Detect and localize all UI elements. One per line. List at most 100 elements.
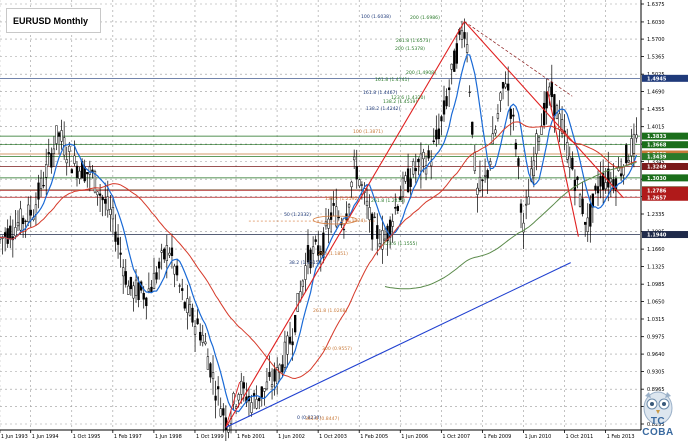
candle-body xyxy=(209,363,212,378)
candle xyxy=(157,257,161,280)
candle-body xyxy=(296,293,299,312)
candle-body xyxy=(373,216,376,218)
candle-body xyxy=(476,187,479,195)
candle-body xyxy=(524,203,528,206)
x-tick-label: 1 Oct 2003 xyxy=(319,434,347,440)
candles-layer xyxy=(0,18,638,441)
candle xyxy=(358,178,361,189)
candle xyxy=(75,160,79,187)
candle xyxy=(132,281,135,312)
y-tick-label: 0.9305 xyxy=(647,370,665,376)
candle-body xyxy=(227,425,230,433)
candle-body xyxy=(173,265,176,275)
candle-body xyxy=(65,159,68,164)
candle xyxy=(270,368,274,400)
candle xyxy=(560,106,564,139)
candle-body xyxy=(499,92,502,101)
candle xyxy=(50,147,53,174)
candle xyxy=(327,208,330,244)
candle-body xyxy=(306,245,310,263)
candle-body xyxy=(14,227,17,237)
candle xyxy=(217,376,220,406)
y-tick-label: 1.2335 xyxy=(647,212,665,218)
candle-body xyxy=(501,82,505,89)
candle xyxy=(27,196,30,227)
candle-body xyxy=(183,302,186,309)
candle-body xyxy=(201,334,204,343)
candle-body xyxy=(283,341,287,368)
candle-body xyxy=(129,277,133,290)
candle-body xyxy=(219,408,222,417)
y-tick-label: 1.0650 xyxy=(647,300,665,306)
candle xyxy=(39,169,43,197)
candle-body xyxy=(294,314,297,333)
candle-body xyxy=(52,148,56,154)
candle xyxy=(332,190,335,217)
candle-body xyxy=(619,173,623,177)
candle xyxy=(88,160,91,192)
x-tick-label: 1 Jun 1994 xyxy=(32,434,59,440)
fib-label: 261.8 (1.6573) xyxy=(396,38,430,44)
candle-body xyxy=(270,384,274,388)
candle-body xyxy=(427,150,430,159)
candle-body xyxy=(124,271,127,285)
candle-body xyxy=(514,142,518,150)
candle-body xyxy=(29,209,32,216)
candle-body xyxy=(191,307,194,323)
candle-body xyxy=(483,174,487,177)
x-tick-label: 1 Jun 2006 xyxy=(401,434,428,440)
candle-body xyxy=(83,166,86,182)
candle-body xyxy=(181,288,184,291)
candle xyxy=(612,163,615,194)
candle xyxy=(337,210,340,221)
candle-body xyxy=(517,158,520,166)
candle-body xyxy=(260,386,263,398)
candle-body xyxy=(98,193,102,196)
candle-body xyxy=(165,245,168,262)
candle xyxy=(527,178,530,205)
candle-body xyxy=(281,364,284,373)
candle-body xyxy=(45,164,48,178)
candle xyxy=(193,320,197,353)
candle-body xyxy=(566,142,569,160)
candle-body xyxy=(383,238,387,241)
candle xyxy=(476,183,479,213)
candle xyxy=(188,296,192,317)
candle xyxy=(16,210,20,231)
candle-body xyxy=(401,177,405,197)
candle-body xyxy=(304,265,307,280)
candle-body xyxy=(160,250,163,253)
candle-body xyxy=(332,203,335,206)
candle-body xyxy=(447,87,451,91)
price-tag-label: 1.1940 xyxy=(647,233,667,239)
candle-body xyxy=(134,279,138,296)
price-tag-label: 1.3439 xyxy=(647,155,667,161)
candle-body xyxy=(168,252,171,256)
candle xyxy=(186,284,189,330)
candle-body xyxy=(147,288,151,292)
candle-body xyxy=(104,198,107,204)
candle xyxy=(19,200,22,235)
fib-label: 138.2 (1.2592) xyxy=(325,196,359,202)
candle-body xyxy=(114,231,117,242)
candle xyxy=(519,199,523,229)
candle xyxy=(545,79,548,125)
candle xyxy=(412,158,415,178)
candle-body xyxy=(568,156,571,168)
candle-body xyxy=(512,114,515,117)
candle-body xyxy=(440,116,443,122)
fib-label: 100 (1.6038) xyxy=(361,14,391,20)
candle xyxy=(617,156,620,172)
candle-body xyxy=(450,63,453,70)
y-tick-label: 1.4015 xyxy=(647,125,665,131)
candle xyxy=(63,121,66,160)
x-tick-label: 1 Feb 1997 xyxy=(114,434,142,440)
candle-body xyxy=(576,176,579,181)
candle xyxy=(173,263,176,288)
candle-body xyxy=(252,393,256,396)
y-tick-label: 1.0985 xyxy=(647,282,665,288)
candle-body xyxy=(101,196,104,201)
candle-body xyxy=(111,207,115,220)
candle xyxy=(147,272,151,294)
candle-body xyxy=(573,179,577,191)
